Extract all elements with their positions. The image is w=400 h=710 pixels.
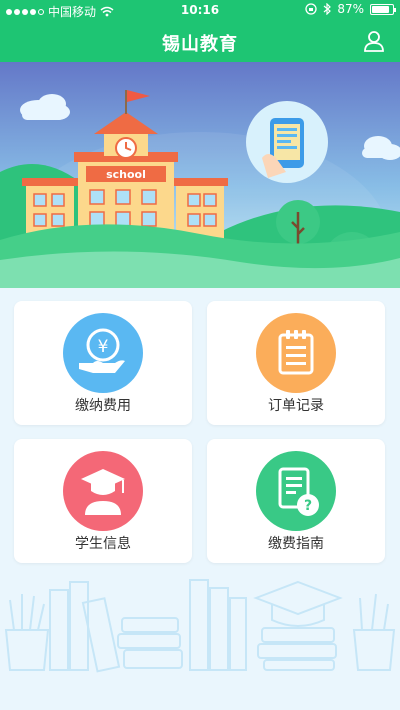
notepad-icon — [278, 330, 314, 375]
user-profile-icon[interactable] — [362, 29, 386, 53]
pay-fees-card[interactable]: ¥ 缴纳费用 — [14, 301, 192, 425]
yen-hand-icon: ¥ — [79, 328, 125, 373]
status-bar: 中国移动 10:16 87% — [0, 0, 400, 20]
svg-text:?: ? — [304, 498, 312, 514]
pay-fees-label: 缴纳费用 — [75, 398, 131, 414]
graduate-icon — [81, 469, 125, 515]
status-right: 87% — [305, 2, 396, 16]
order-records-icon-circle — [256, 313, 336, 393]
navbar: 锡山教育 — [0, 20, 400, 62]
order-records-label: 订单记录 — [268, 398, 324, 414]
page-title: 锡山教育 — [162, 34, 238, 55]
student-info-icon-circle — [63, 451, 143, 531]
orientation-lock-icon — [305, 3, 317, 15]
document-question-icon: ? — [278, 467, 319, 516]
pay-fees-icon-circle: ¥ — [63, 313, 143, 393]
payment-guide-icon-circle: ? — [256, 451, 336, 531]
battery-icon — [370, 3, 396, 15]
school-sign-text: school — [106, 168, 146, 181]
books-decoration — [4, 579, 396, 673]
banner-illustration: school — [0, 62, 400, 288]
order-records-card[interactable]: 订单记录 — [207, 301, 385, 425]
student-info-label: 学生信息 — [75, 536, 131, 552]
svg-text:¥: ¥ — [98, 337, 109, 357]
battery-percent: 87% — [337, 2, 364, 16]
payment-guide-label: 缴费指南 — [268, 536, 324, 552]
student-info-card[interactable]: 学生信息 — [14, 439, 192, 563]
battery-fill — [372, 5, 390, 13]
phone-illustration — [246, 101, 328, 183]
payment-guide-card[interactable]: ? 缴费指南 — [207, 439, 385, 563]
bluetooth-icon — [323, 3, 332, 15]
